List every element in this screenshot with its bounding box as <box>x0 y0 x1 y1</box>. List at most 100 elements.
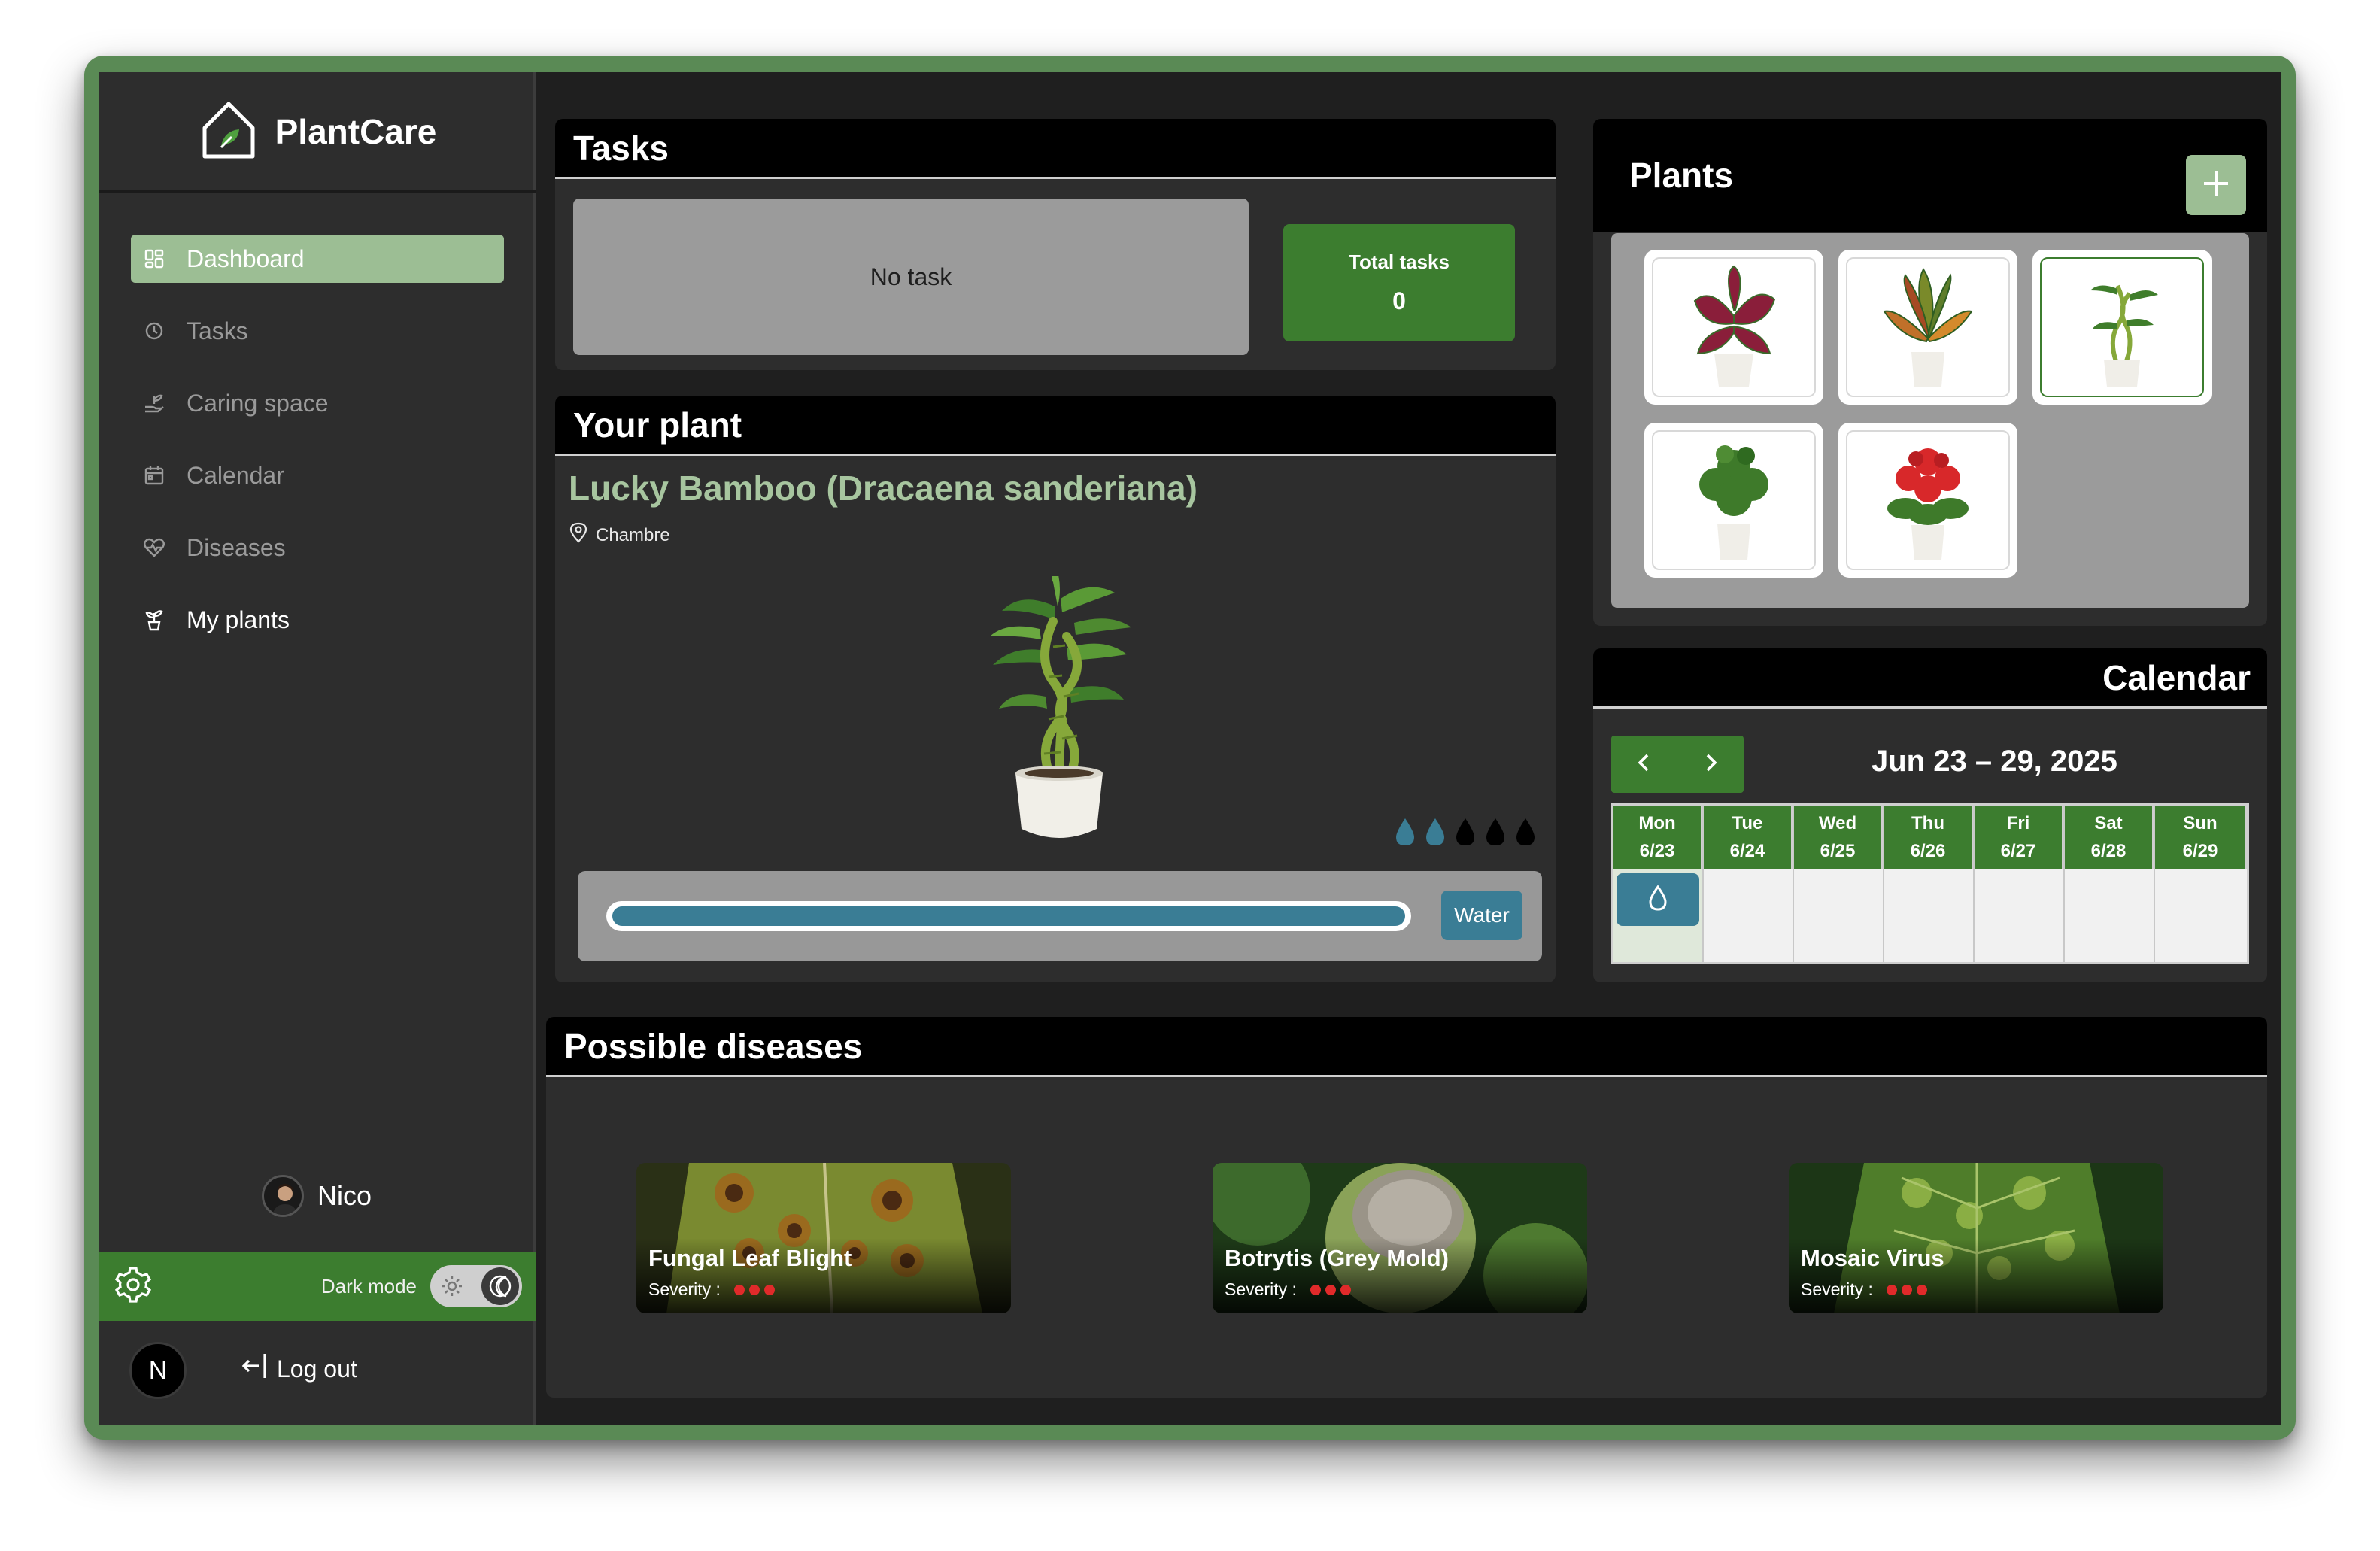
severity-dot <box>1887 1284 1898 1295</box>
calendar-day-name: Tue <box>1732 812 1763 833</box>
disease-severity: Severity : <box>1225 1279 1449 1300</box>
location-pin-icon <box>569 522 588 548</box>
disease-card-fungal-leaf-blight[interactable]: Fungal Leaf Blight Severity : <box>636 1163 1011 1313</box>
brand: PlantCare <box>99 72 536 193</box>
sidebar-item-label: Tasks <box>187 317 248 344</box>
logout-icon <box>239 1351 269 1387</box>
severity-label: Severity : <box>1225 1279 1297 1299</box>
calendar-day-name: Sat <box>2094 812 2123 833</box>
water-drop-empty-icon <box>1456 818 1474 845</box>
sidebar-item-dashboard[interactable]: Dashboard <box>131 235 504 283</box>
severity-label: Severity : <box>1801 1279 1873 1299</box>
calendar-day-sat[interactable]: Sat 6/28 <box>2065 806 2155 962</box>
gear-icon[interactable] <box>113 1264 153 1309</box>
water-progress-fill <box>612 906 1405 926</box>
plants-title: Plants <box>1593 119 2267 232</box>
calendar-day-date: 6/26 <box>1910 841 1946 861</box>
calendar-day-name: Thu <box>1911 812 1944 833</box>
severity-dot <box>1902 1284 1913 1295</box>
plant-tile-lucky-bamboo[interactable] <box>2032 250 2212 405</box>
severity-label: Severity : <box>648 1279 721 1299</box>
logout-button[interactable]: Log out <box>239 1351 357 1387</box>
empty-tasks-message: No task <box>573 199 1249 355</box>
calendar-water-event[interactable] <box>1617 873 1699 926</box>
water-bar: Water <box>578 871 1542 961</box>
plants-panel: Plants <box>1593 119 2267 626</box>
calendar-day-mon[interactable]: Mon 6/23 <box>1613 806 1704 962</box>
plant-location: Chambre <box>569 522 670 548</box>
disease-card-botrytis[interactable]: Botrytis (Grey Mold) Severity : <box>1213 1163 1587 1313</box>
calendar-day-name: Mon <box>1638 812 1676 833</box>
calendar-day-date: 6/27 <box>2000 841 2036 861</box>
severity-dot <box>1340 1284 1352 1295</box>
water-drop-icon <box>1647 884 1669 915</box>
disease-severity: Severity : <box>648 1279 852 1300</box>
add-plant-button[interactable] <box>2186 155 2246 215</box>
app-screen: PlantCare Dashboard Tasks Caring space C… <box>99 72 2281 1425</box>
lucky-bamboo-image <box>976 572 1142 847</box>
water-level-drops <box>1393 817 1538 847</box>
calendar-week-grid: Mon 6/23 Tue 6/24 Wed 6/25 Thu 6/26 Fri 6/27 <box>1611 803 2249 964</box>
potted-plant-icon <box>141 607 167 633</box>
chevron-right-icon[interactable] <box>1699 751 1722 778</box>
account-badge[interactable]: N <box>129 1342 187 1399</box>
plantcare-logo-icon <box>199 99 259 163</box>
calendar-panel: Calendar Jun 23 – 29, 2025 Mon 6/23 Tue … <box>1593 648 2267 982</box>
user-name: Nico <box>317 1180 372 1211</box>
severity-dot <box>734 1284 745 1295</box>
plant-tile-shrub[interactable] <box>1644 423 1823 578</box>
calendar-day-fri[interactable]: Fri 6/27 <box>1975 806 2065 962</box>
severity-dot <box>1310 1284 1322 1295</box>
calendar-icon <box>141 463 167 488</box>
calendar-day-sun[interactable]: Sun 6/29 <box>2155 806 2247 962</box>
sidebar-item-diseases[interactable]: Diseases <box>131 524 504 572</box>
dark-mode-label: Dark mode <box>320 1274 417 1298</box>
tasks-title: Tasks <box>555 119 1556 179</box>
logout-label: Log out <box>277 1355 357 1383</box>
calendar-day-thu[interactable]: Thu 6/26 <box>1884 806 1975 962</box>
plant-tile-coleus[interactable] <box>1644 250 1823 405</box>
logout-row: N Log out <box>99 1321 536 1425</box>
calendar-day-date: 6/23 <box>1639 841 1675 861</box>
sidebar-item-calendar[interactable]: Calendar <box>131 451 504 499</box>
sidebar-item-label: Dashboard <box>187 244 305 272</box>
sidebar-item-label: My plants <box>187 606 290 633</box>
sidebar-item-label: Diseases <box>187 533 286 561</box>
shrub-plant-image <box>1699 445 1768 560</box>
calendar-day-wed[interactable]: Wed 6/25 <box>1794 806 1884 962</box>
sidebar-item-my-plants[interactable]: My plants <box>131 596 504 644</box>
disease-card-mosaic-virus[interactable]: Mosaic Virus Severity : <box>1789 1163 2163 1313</box>
avatar <box>262 1175 304 1217</box>
water-drop-filled-icon <box>1426 818 1444 845</box>
calendar-day-name: Sun <box>2183 812 2218 833</box>
disease-name: Fungal Leaf Blight <box>648 1245 852 1271</box>
sidebar-item-caring-space[interactable]: Caring space <box>131 379 504 427</box>
water-button[interactable]: Water <box>1441 891 1522 940</box>
red-flower-plant-image <box>1887 448 1969 560</box>
disease-name: Mosaic Virus <box>1801 1245 1944 1271</box>
dark-mode-toggle[interactable] <box>430 1265 522 1307</box>
plant-tile-red-flower[interactable] <box>1838 423 2017 578</box>
calendar-nav <box>1611 736 1744 793</box>
your-plant-title: Your plant <box>555 396 1556 456</box>
plant-tile-croton[interactable] <box>1838 250 2017 405</box>
tasks-panel: Tasks No task Total tasks 0 <box>555 119 1556 370</box>
calendar-range: Jun 23 – 29, 2025 <box>1872 745 2117 778</box>
total-tasks-card: Total tasks 0 <box>1283 224 1515 341</box>
calendar-day-date: 6/25 <box>1820 841 1856 861</box>
water-drop-empty-icon <box>1516 818 1535 845</box>
user-profile[interactable]: Nico <box>262 1175 372 1217</box>
heart-pulse-icon <box>141 535 167 560</box>
severity-dot <box>764 1284 776 1295</box>
sidebar: PlantCare Dashboard Tasks Caring space C… <box>99 72 536 1425</box>
moon-icon <box>481 1267 519 1305</box>
calendar-day-date: 6/24 <box>1729 841 1765 861</box>
your-plant-panel: Your plant Lucky Bamboo (Dracaena sander… <box>555 396 1556 982</box>
chevron-left-icon[interactable] <box>1633 751 1656 778</box>
disease-name: Botrytis (Grey Mold) <box>1225 1245 1449 1271</box>
severity-dot <box>1917 1284 1928 1295</box>
calendar-day-tue[interactable]: Tue 6/24 <box>1704 806 1794 962</box>
sidebar-item-tasks[interactable]: Tasks <box>131 307 504 355</box>
calendar-day-date: 6/28 <box>2090 841 2127 861</box>
settings-bar: Dark mode <box>99 1252 536 1321</box>
